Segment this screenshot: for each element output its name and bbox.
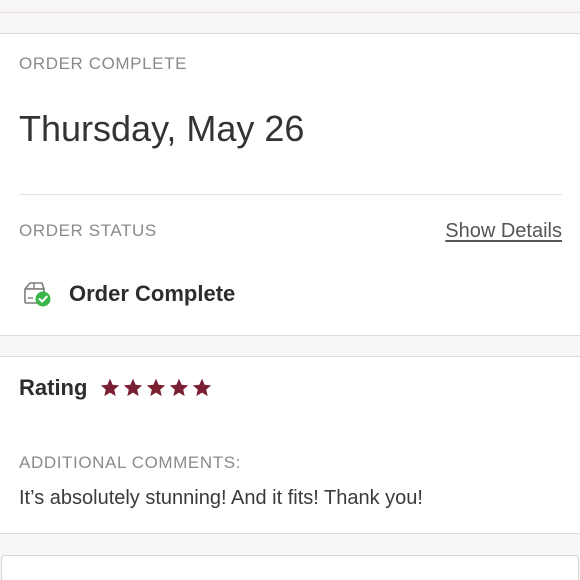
- order-detail-page: ORDER COMPLETE Thursday, May 26 ORDER ST…: [0, 0, 580, 580]
- show-details-link[interactable]: Show Details: [445, 220, 562, 243]
- star-icon: [124, 378, 143, 397]
- star-icon: [170, 378, 189, 397]
- star-icon: [193, 378, 212, 397]
- rating-label: Rating: [19, 375, 88, 400]
- additional-comments-eyebrow: ADDITIONAL COMMENTS:: [19, 453, 241, 472]
- order-status-text: Order Complete: [69, 281, 236, 306]
- top-strip: [0, 0, 580, 13]
- star-icon: [147, 378, 166, 397]
- star-rating: [99, 377, 214, 399]
- rating-card: Rating ADDITIONAL COMMENTS: It’s absolut…: [0, 356, 580, 534]
- comment-text: It’s absolutely stunning! And it fits! T…: [19, 487, 423, 509]
- next-card: [1, 555, 579, 580]
- box-check-icon: [24, 282, 51, 307]
- divider: [19, 194, 562, 195]
- order-status-eyebrow: ORDER STATUS: [19, 221, 157, 240]
- order-status-row: Order Complete: [22, 278, 235, 310]
- rating-row: Rating: [19, 375, 214, 401]
- star-icon: [101, 378, 120, 397]
- order-date: Thursday, May 26: [19, 108, 305, 149]
- order-summary-card: ORDER COMPLETE Thursday, May 26 ORDER ST…: [0, 33, 580, 336]
- order-complete-eyebrow: ORDER COMPLETE: [19, 54, 188, 73]
